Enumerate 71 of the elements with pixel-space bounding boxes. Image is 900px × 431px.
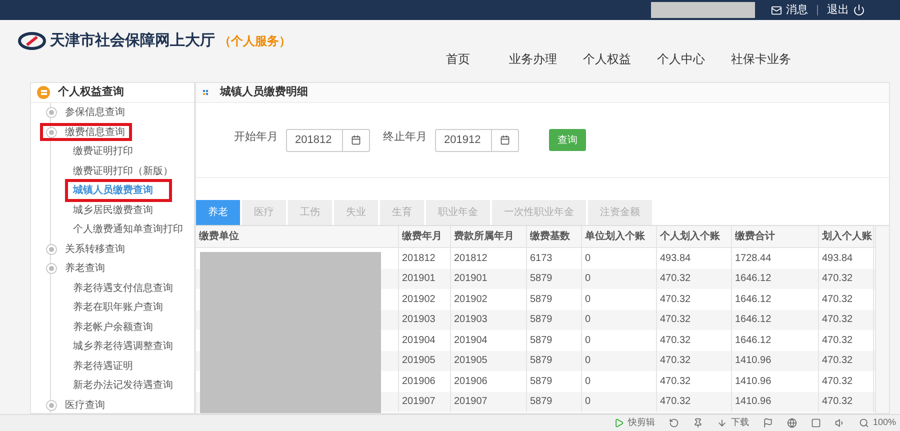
- nav-link[interactable]: 首页: [433, 50, 496, 68]
- end-date-field[interactable]: 201912: [435, 128, 519, 152]
- site-subtitle: （个人服务）: [219, 33, 291, 50]
- zoom-level[interactable]: 100%: [872, 416, 896, 430]
- mail-icon: [771, 4, 782, 16]
- list-icon: [37, 86, 50, 99]
- submenu-item[interactable]: 新老办法记发待遇查询: [73, 378, 173, 394]
- play-icon[interactable]: [614, 418, 624, 428]
- logo-icon: [18, 32, 46, 50]
- table-cell: 201907: [451, 392, 527, 412]
- submenu-item[interactable]: 城乡养老待遇调整查询: [73, 339, 173, 354]
- pin-icon[interactable]: [692, 418, 703, 428]
- menu-item[interactable]: 医疗查询: [45, 396, 109, 413]
- column-header: 缴费合计: [732, 226, 819, 247]
- calendar-icon[interactable]: [500, 135, 510, 145]
- scrollbar[interactable]: [875, 226, 889, 413]
- submenu-item[interactable]: 养老帐户余额查询: [73, 320, 153, 335]
- menu-item[interactable]: 关系转移查询: [45, 240, 129, 258]
- column-header: 单位划入个账: [582, 226, 657, 247]
- table-cell: 5879: [527, 392, 582, 412]
- circle-icon: [46, 126, 57, 138]
- separator: |: [816, 2, 819, 18]
- submenu-item[interactable]: 个人缴费通知单查询打印: [73, 222, 183, 238]
- power-icon: [853, 4, 865, 16]
- clip-label[interactable]: 快剪辑: [628, 416, 655, 430]
- search-icon[interactable]: [858, 418, 869, 428]
- submenu-item[interactable]: 城乡居民缴费查询: [73, 202, 153, 218]
- column-header: 费款所属年月: [451, 226, 527, 247]
- column-header: 缴费单位: [196, 226, 399, 247]
- menu-item[interactable]: 缴费信息查询: [40, 123, 132, 142]
- circle-icon: [46, 107, 57, 118]
- rotate-icon[interactable]: [668, 418, 679, 428]
- table-cell: 1410.96: [732, 392, 819, 412]
- table-cell: 470.32: [657, 392, 732, 412]
- sidebar-title: 个人权益查询: [58, 84, 124, 100]
- grid-icon: [203, 90, 208, 95]
- flag-icon[interactable]: [762, 418, 773, 428]
- table-cell: 0: [582, 392, 657, 412]
- download-icon[interactable]: [716, 418, 727, 428]
- submenu-item[interactable]: 缴费证明打印: [73, 144, 133, 160]
- volume-icon[interactable]: [834, 418, 845, 428]
- column-header: 划入个人账: [819, 226, 874, 247]
- menu-item[interactable]: 养老查询: [45, 260, 109, 278]
- nav-link[interactable]: 业务办理: [496, 50, 570, 68]
- start-label: 开始年月: [234, 130, 278, 145]
- column-header: 缴费基数: [527, 226, 582, 247]
- site-title: 天津市社会保障网上大厅: [50, 31, 215, 51]
- nav-link[interactable]: 个人权益: [570, 50, 644, 68]
- download-label[interactable]: 下载: [730, 416, 749, 430]
- start-date-field[interactable]: 201812: [286, 128, 370, 152]
- circle-icon: [46, 263, 57, 274]
- circle-icon: [46, 244, 57, 255]
- submenu-item[interactable]: 养老待遇证明: [73, 358, 133, 374]
- nav-link[interactable]: 个人中心: [644, 50, 718, 68]
- window-icon[interactable]: [810, 418, 821, 428]
- panel-title: 城镇人员缴费明细: [220, 84, 308, 100]
- circle-icon: [46, 400, 57, 411]
- column-header: 缴费年月: [399, 226, 451, 247]
- submenu-item[interactable]: 养老待遇支付信息查询: [73, 280, 173, 296]
- menu-item[interactable]: 参保信息查询: [45, 104, 129, 122]
- table-cell: 470.32: [819, 392, 874, 412]
- nav-link[interactable]: 社保卡业务: [718, 50, 804, 68]
- submenu-item[interactable]: 缴费证明打印（新版）: [73, 164, 173, 179]
- messages-link[interactable]: 消息: [786, 2, 808, 18]
- end-label: 终止年月: [383, 130, 427, 145]
- globe-icon[interactable]: [786, 418, 797, 428]
- calendar-icon[interactable]: [351, 135, 361, 145]
- column-header: 个人划入个账: [657, 226, 732, 247]
- table-cell: 201907: [399, 392, 451, 412]
- submenu-item[interactable]: 养老在职年账户查询: [73, 300, 163, 316]
- logout-link[interactable]: 退出: [827, 2, 849, 18]
